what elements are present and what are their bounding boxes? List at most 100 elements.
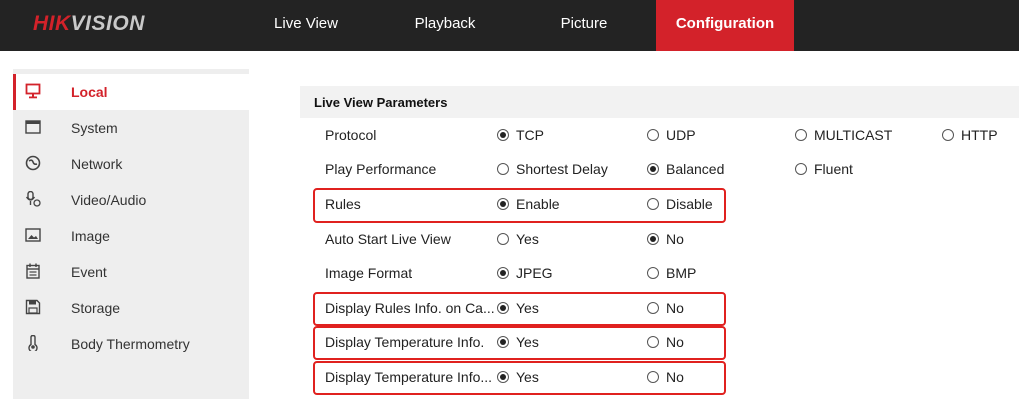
radio-unselected-icon — [647, 198, 659, 210]
row-label: Display Temperature Info... — [325, 369, 493, 385]
radio-protocol-http[interactable]: HTTP — [942, 127, 998, 143]
radio-selected-icon — [497, 198, 509, 210]
radio-display-temperature-no[interactable]: No — [647, 334, 684, 350]
radio-unselected-icon — [647, 336, 659, 348]
row-label: Auto Start Live View — [325, 231, 451, 247]
row-label: Play Performance — [325, 161, 437, 177]
row-label: Protocol — [325, 127, 377, 143]
radio-display-temperature-2-no[interactable]: No — [647, 369, 684, 385]
sidebar-item-label: Network — [71, 156, 123, 172]
radio-auto-start-no[interactable]: No — [647, 231, 684, 247]
radio-unselected-icon — [647, 302, 659, 314]
sidebar-item-video-audio[interactable]: Video/Audio — [13, 182, 249, 218]
option-label: TCP — [516, 127, 544, 143]
radio-protocol-tcp[interactable]: TCP — [497, 127, 544, 143]
radio-selected-icon — [497, 302, 509, 314]
option-label: BMP — [666, 265, 697, 281]
hikvision-logo: HIKVISION — [33, 12, 145, 36]
option-label: Shortest Delay — [516, 161, 608, 177]
top-navigation-bar: HIKVISION Live View Playback Picture Con… — [0, 0, 1019, 51]
radio-unselected-icon — [647, 371, 659, 383]
sidebar: Local System Network Video/Audio Image E… — [13, 69, 249, 399]
radio-selected-icon — [497, 371, 509, 383]
radio-display-rules-yes[interactable]: Yes — [497, 300, 539, 316]
radio-unselected-icon — [497, 233, 509, 245]
radio-display-rules-no[interactable]: No — [647, 300, 684, 316]
row-display-temperature-info-2: Display Temperature Info... Yes No — [300, 360, 1019, 394]
sidebar-item-storage[interactable]: Storage — [13, 290, 249, 326]
row-label: Display Rules Info. on Ca... — [325, 300, 495, 316]
nav-playback[interactable]: Playback — [402, 0, 488, 51]
radio-performance-balanced[interactable]: Balanced — [647, 161, 724, 177]
microphone-camera-icon — [25, 191, 41, 207]
sidebar-item-body-thermometry[interactable]: Body Thermometry — [13, 326, 249, 362]
logo-vision: VISION — [70, 12, 145, 35]
radio-unselected-icon — [795, 129, 807, 141]
option-label: JPEG — [516, 265, 553, 281]
nav-live-view[interactable]: Live View — [270, 0, 342, 51]
image-icon — [25, 228, 41, 242]
sidebar-item-label: Image — [71, 228, 110, 244]
option-label: Fluent — [814, 161, 853, 177]
sidebar-item-network[interactable]: Network — [13, 146, 249, 182]
radio-unselected-icon — [795, 163, 807, 175]
row-image-format: Image Format JPEG BMP — [300, 256, 1019, 290]
row-rules: Rules Enable Disable — [300, 187, 1019, 221]
radio-image-format-bmp[interactable]: BMP — [647, 265, 696, 281]
sidebar-item-system[interactable]: System — [13, 110, 249, 146]
radio-unselected-icon — [647, 129, 659, 141]
option-label: UDP — [666, 127, 696, 143]
radio-image-format-jpeg[interactable]: JPEG — [497, 265, 553, 281]
row-label: Image Format — [325, 265, 413, 281]
globe-icon — [25, 155, 41, 171]
radio-display-temperature-2-yes[interactable]: Yes — [497, 369, 539, 385]
radio-protocol-multicast[interactable]: MULTICAST — [795, 127, 892, 143]
option-label: No — [666, 334, 684, 350]
thermometer-icon — [28, 335, 38, 351]
radio-selected-icon — [647, 163, 659, 175]
option-label: Yes — [516, 300, 539, 316]
section-title: Live View Parameters — [314, 95, 448, 110]
sidebar-item-label: Event — [71, 264, 107, 280]
radio-selected-icon — [497, 336, 509, 348]
option-label: MULTICAST — [814, 127, 893, 143]
floppy-disk-icon — [25, 299, 41, 315]
radio-performance-fluent[interactable]: Fluent — [795, 161, 853, 177]
radio-selected-icon — [497, 267, 509, 279]
option-label: Yes — [516, 231, 539, 247]
option-label: Disable — [666, 196, 713, 212]
row-display-rules-info: Display Rules Info. on Ca... Yes No — [300, 291, 1019, 325]
sidebar-item-image[interactable]: Image — [13, 218, 249, 254]
option-label: Balanced — [666, 161, 725, 177]
sidebar-item-local[interactable]: Local — [13, 74, 249, 110]
nav-picture[interactable]: Picture — [544, 0, 624, 51]
option-label: No — [666, 369, 684, 385]
radio-rules-disable[interactable]: Disable — [647, 196, 713, 212]
sidebar-item-label: Video/Audio — [71, 192, 147, 208]
sidebar-item-event[interactable]: Event — [13, 254, 249, 290]
option-label: No — [666, 300, 684, 316]
radio-performance-shortest-delay[interactable]: Shortest Delay — [497, 161, 608, 177]
row-label: Display Temperature Info. — [325, 334, 485, 350]
system-window-icon — [25, 120, 41, 134]
nav-configuration[interactable]: Configuration — [656, 0, 794, 51]
radio-protocol-udp[interactable]: UDP — [647, 127, 696, 143]
sidebar-item-label: Body Thermometry — [71, 336, 190, 352]
radio-selected-icon — [497, 129, 509, 141]
option-label: No — [666, 231, 684, 247]
option-label: Yes — [516, 369, 539, 385]
option-label: Enable — [516, 196, 560, 212]
row-display-temperature-info: Display Temperature Info. Yes No — [300, 325, 1019, 359]
radio-auto-start-yes[interactable]: Yes — [497, 231, 539, 247]
calendar-icon — [26, 263, 40, 279]
radio-unselected-icon — [647, 267, 659, 279]
row-protocol: Protocol TCP UDP MULTICAST HTTP — [300, 118, 1019, 152]
radio-unselected-icon — [942, 129, 954, 141]
sidebar-item-label: Storage — [71, 300, 121, 316]
row-auto-start-live-view: Auto Start Live View Yes No — [300, 222, 1019, 256]
radio-rules-enable[interactable]: Enable — [497, 196, 560, 212]
row-play-performance: Play Performance Shortest Delay Balanced… — [300, 152, 1019, 186]
radio-display-temperature-yes[interactable]: Yes — [497, 334, 539, 350]
row-label: Rules — [325, 196, 361, 212]
section-header: Live View Parameters — [300, 86, 1019, 118]
